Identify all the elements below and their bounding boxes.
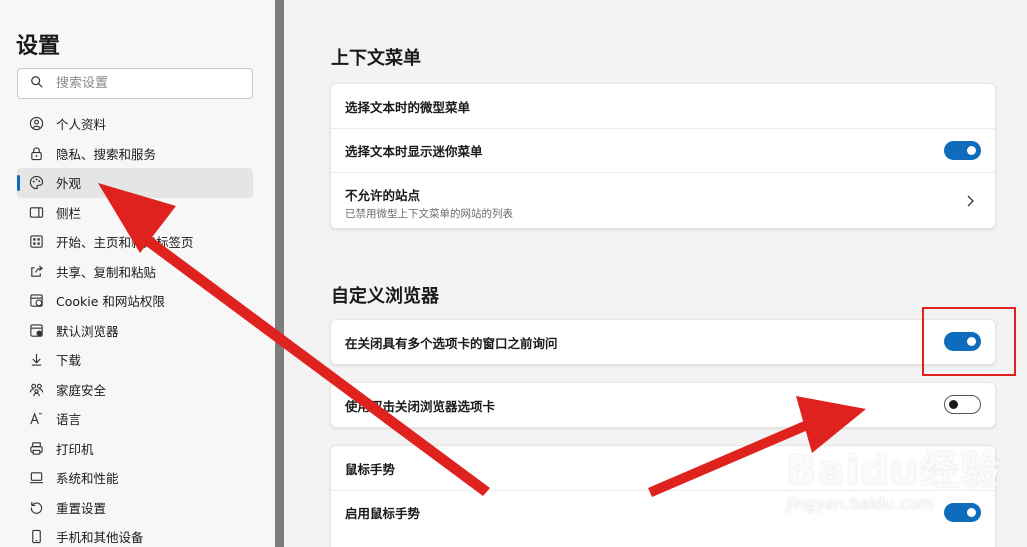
- double-click-close-label: 使用双击关闭浏览器选项卡: [345, 398, 496, 414]
- show-mini-menu-toggle[interactable]: [944, 140, 981, 160]
- sidebar-item-share[interactable]: 共享、复制和粘贴: [17, 257, 253, 287]
- sidebar-item-phone[interactable]: 手机和其他设备: [17, 522, 253, 547]
- toggle-knob: [967, 145, 976, 155]
- settings-nav: 个人资料 隐私、搜索和服务 外观 侧栏 开始、主页和新建标签页 共享、复制和粘贴…: [17, 109, 253, 547]
- search-icon: [30, 74, 44, 93]
- sidebar-item-cookies[interactable]: Cookie 和网站权限: [17, 286, 253, 316]
- sidebar-item-default-browser[interactable]: 默认浏览器: [17, 316, 253, 346]
- sidebar-item-sidebar[interactable]: 侧栏: [17, 198, 253, 228]
- sidebar-item-label: 外观: [56, 176, 82, 192]
- sidebar-item-label: 系统和性能: [56, 471, 119, 487]
- sidebar-item-label: 隐私、搜索和服务: [56, 146, 157, 162]
- sidebar-item-reset[interactable]: 重置设置: [17, 493, 253, 523]
- sidebar-item-label: 开始、主页和新建标签页: [56, 235, 194, 251]
- reset-icon: [29, 500, 44, 515]
- share-icon: [29, 264, 44, 279]
- pane-divider[interactable]: [275, 0, 284, 547]
- printer-icon: [29, 441, 44, 456]
- show-mini-menu-label: 选择文本时显示迷你菜单: [345, 144, 483, 159]
- lock-icon: [29, 146, 44, 161]
- customize-section-title: 自定义浏览器: [331, 286, 439, 307]
- language-icon: [29, 411, 44, 426]
- context-menu-card: 选择文本时的微型菜单 选择文本时显示迷你菜单 不允许的站点 已禁用微型上下文菜单…: [330, 83, 996, 229]
- double-click-close-row[interactable]: 使用双击关闭浏览器选项卡: [331, 383, 995, 427]
- annotation-highlight-box: [922, 307, 1016, 376]
- ask-before-close-card: 在关闭具有多个选项卡的窗口之前询问: [330, 319, 996, 365]
- sidebar-icon: [29, 205, 44, 220]
- toggle-knob: [967, 507, 976, 517]
- sidebar-item-family[interactable]: 家庭安全: [17, 375, 253, 405]
- mini-menu-header: 选择文本时的微型菜单: [345, 99, 471, 115]
- sidebar-item-downloads[interactable]: 下载: [17, 345, 253, 375]
- disallowed-sites-row[interactable]: 不允许的站点 已禁用微型上下文菜单的网站的列表: [331, 172, 995, 228]
- settings-title: 设置: [16, 34, 61, 59]
- appearance-icon: [29, 175, 44, 190]
- settings-main: 上下文菜单 选择文本时的微型菜单 选择文本时显示迷你菜单 不允许的站点 已禁用微…: [284, 0, 1027, 547]
- sidebar-item-label: 侧栏: [56, 205, 82, 221]
- sidebar-item-label: 打印机: [56, 441, 94, 457]
- ask-before-close-label: 在关闭具有多个选项卡的窗口之前询问: [345, 335, 558, 351]
- toggle-knob: [949, 400, 958, 409]
- enable-mouse-gestures-label: 启用鼠标手势: [345, 506, 421, 521]
- profile-icon: [29, 116, 44, 131]
- family-icon: [29, 382, 44, 397]
- sidebar-item-system[interactable]: 系统和性能: [17, 463, 253, 493]
- sidebar-item-label: Cookie 和网站权限: [56, 294, 165, 310]
- phone-icon: [29, 529, 44, 544]
- sidebar-item-label: 共享、复制和粘贴: [56, 264, 157, 280]
- sidebar-item-label: 重置设置: [56, 500, 107, 516]
- sidebar-item-start-home[interactable]: 开始、主页和新建标签页: [17, 227, 253, 257]
- search-box[interactable]: [17, 68, 253, 99]
- enable-mouse-gestures-toggle[interactable]: [944, 502, 981, 522]
- mouse-gestures-card: 鼠标手势 启用鼠标手势: [330, 445, 996, 547]
- context-menu-section-title: 上下文菜单: [331, 48, 421, 69]
- chevron-right-icon[interactable]: [963, 194, 977, 208]
- laptop-icon: [29, 470, 44, 485]
- settings-sidebar: 设置 个人资料 隐私、搜索和服务 外观 侧栏 开始、主页和新建标签页: [0, 0, 275, 547]
- download-icon: [29, 352, 44, 367]
- search-input[interactable]: [56, 76, 236, 91]
- sidebar-item-languages[interactable]: 语言: [17, 404, 253, 434]
- enable-mouse-gestures-row[interactable]: 启用鼠标手势: [331, 490, 995, 534]
- sidebar-item-label: 个人资料: [56, 117, 107, 133]
- show-mini-menu-row[interactable]: 选择文本时显示迷你菜单: [331, 128, 995, 172]
- sidebar-item-printers[interactable]: 打印机: [17, 434, 253, 464]
- sidebar-item-label: 默认浏览器: [56, 323, 119, 339]
- disallowed-sites-label: 不允许的站点: [345, 188, 421, 203]
- ask-before-close-row[interactable]: 在关闭具有多个选项卡的窗口之前询问: [331, 320, 995, 364]
- sidebar-item-label: 家庭安全: [56, 382, 107, 398]
- sidebar-item-profile[interactable]: 个人资料: [17, 109, 253, 139]
- cookie-icon: [29, 293, 44, 308]
- browser-icon: [29, 323, 44, 338]
- home-icon: [29, 234, 44, 249]
- sidebar-item-appearance[interactable]: 外观: [17, 168, 253, 198]
- sidebar-item-label: 下载: [56, 353, 82, 369]
- double-click-close-card: 使用双击关闭浏览器选项卡: [330, 382, 996, 428]
- mouse-gestures-header: 鼠标手势: [345, 461, 396, 477]
- sidebar-item-label: 手机和其他设备: [56, 530, 144, 546]
- disallowed-sites-description: 已禁用微型上下文菜单的网站的列表: [345, 208, 513, 220]
- sidebar-item-label: 语言: [56, 412, 82, 428]
- sidebar-item-privacy[interactable]: 隐私、搜索和服务: [17, 139, 253, 169]
- double-click-close-toggle[interactable]: [944, 395, 981, 414]
